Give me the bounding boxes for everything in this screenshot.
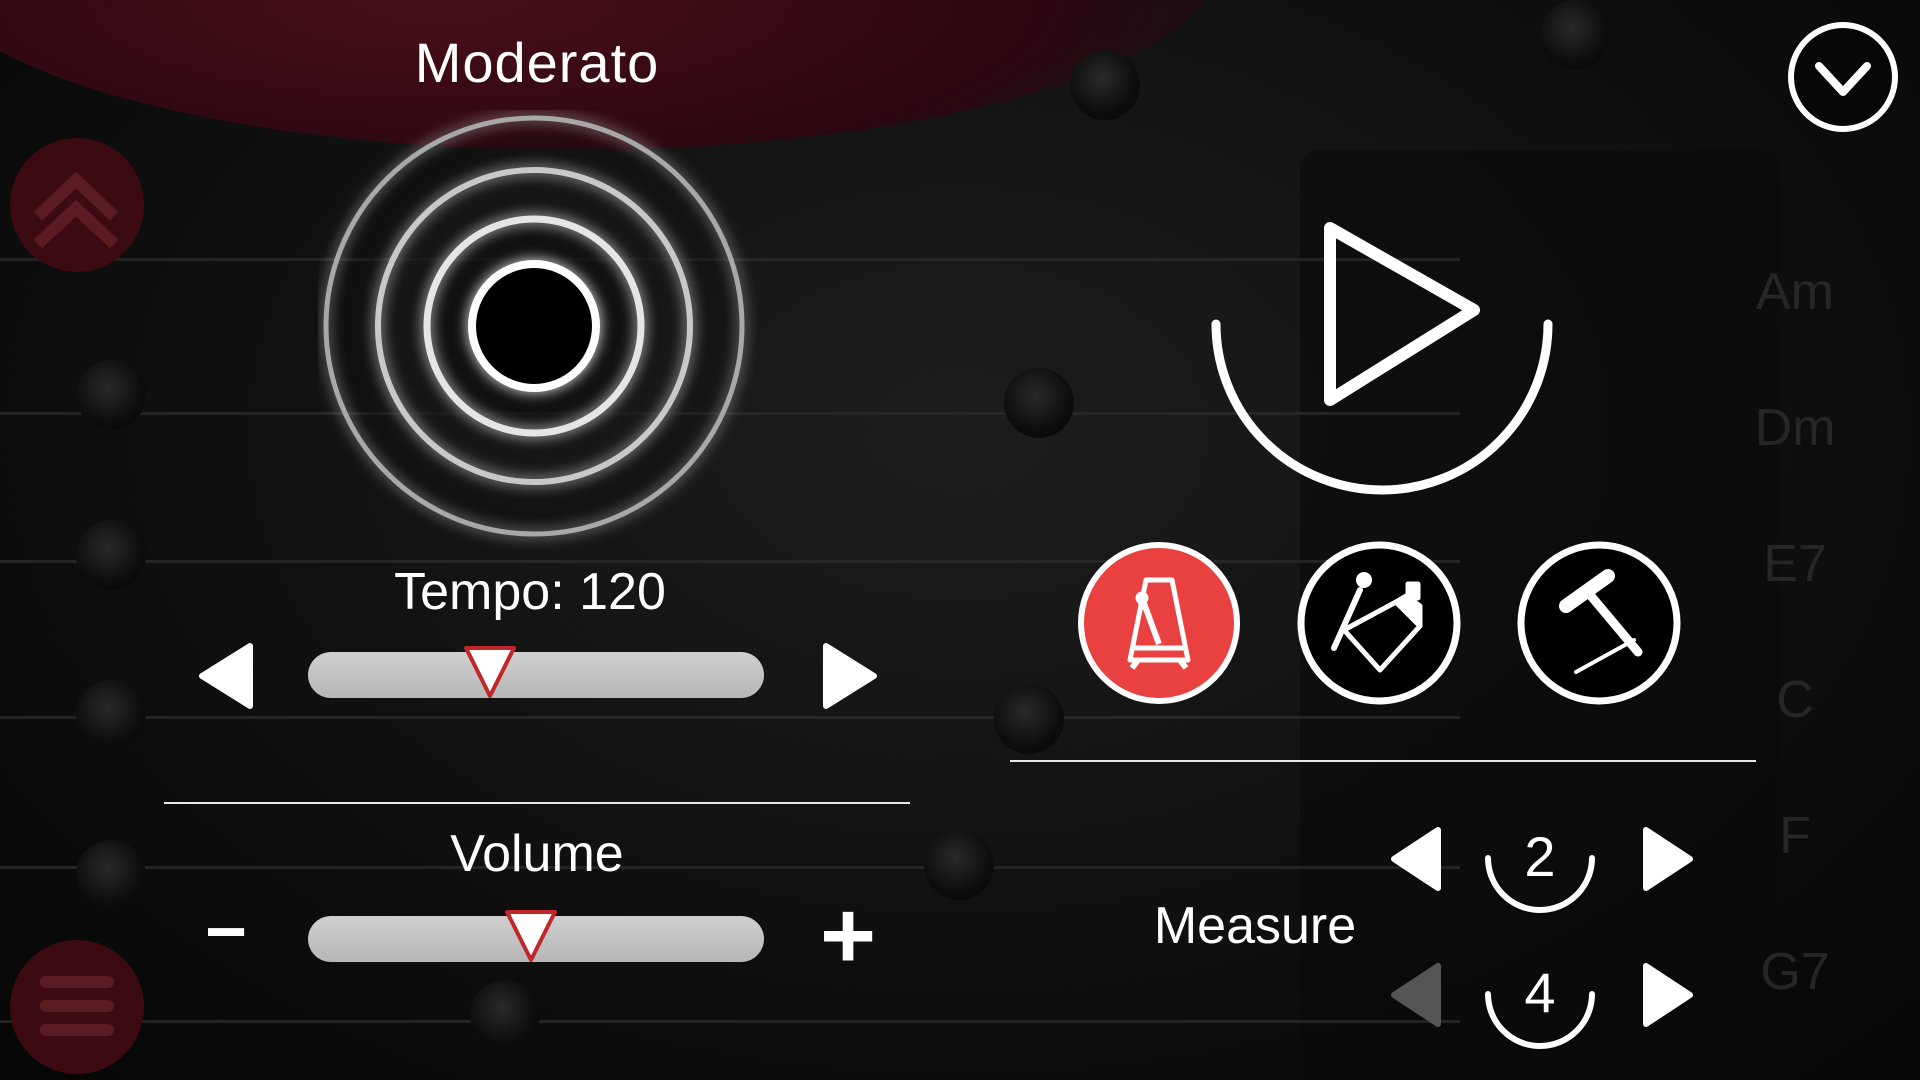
chord-label: Am (1756, 263, 1834, 321)
note-value: 4 (1524, 961, 1556, 1024)
play-button[interactable] (1206, 206, 1558, 506)
woodblock-button[interactable] (1516, 540, 1682, 706)
tempo-readout: Tempo: 120 (300, 562, 760, 622)
tuning-peg (994, 684, 1064, 754)
chord-label: E7 (1763, 535, 1827, 593)
chevron-down-icon[interactable] (1786, 20, 1900, 134)
tempo-marking: Moderato (414, 31, 660, 94)
play-icon (1324, 222, 1480, 406)
tempo-slider[interactable] (308, 646, 764, 698)
scroll-up-button[interactable] (10, 138, 144, 272)
section-divider (164, 802, 910, 804)
cowbell-button[interactable] (1296, 540, 1462, 706)
volume-slider[interactable] (308, 910, 764, 962)
concentric-rings-icon[interactable] (318, 110, 758, 550)
chord-label: F (1779, 807, 1811, 865)
chord-label: G7 (1760, 943, 1830, 1001)
tuning-peg (1540, 0, 1610, 70)
tuning-peg (1070, 50, 1140, 120)
chord-label: C (1776, 671, 1814, 729)
double-chevron-up-icon (33, 171, 119, 249)
measure-label: Measure (1153, 897, 1357, 955)
tuning-peg (1004, 368, 1074, 438)
hamburger-menu-icon (40, 976, 114, 1036)
beats-display: 2 (1480, 818, 1600, 918)
volume-decrease-button[interactable]: − (196, 896, 256, 968)
volume-increase-button[interactable]: + (808, 888, 888, 984)
tuning-peg (924, 830, 994, 900)
tuning-peg (76, 360, 146, 430)
tuning-peg (76, 680, 146, 750)
tuning-peg (76, 840, 146, 910)
menu-button[interactable] (10, 940, 144, 1074)
note-value-decrease-button[interactable] (1388, 962, 1444, 1028)
note-value-display: 4 (1480, 954, 1600, 1054)
tuning-peg (76, 520, 146, 590)
tempo-decrease-button[interactable] (198, 642, 254, 710)
string-line (0, 1020, 1460, 1023)
tempo-value: 120 (579, 563, 666, 621)
chord-label: Dm (1754, 399, 1836, 457)
section-divider (1010, 760, 1756, 762)
metronome-button[interactable] (1076, 540, 1242, 706)
tempo-label: Tempo: (394, 563, 565, 621)
tuning-peg (470, 980, 540, 1050)
beats-increase-button[interactable] (1640, 826, 1696, 892)
volume-label: Volume (450, 825, 624, 883)
note-value-increase-button[interactable] (1640, 962, 1696, 1028)
tempo-increase-button[interactable] (822, 642, 878, 710)
beats-value: 2 (1524, 825, 1556, 888)
beats-decrease-button[interactable] (1388, 826, 1444, 892)
string-line (0, 716, 1460, 719)
